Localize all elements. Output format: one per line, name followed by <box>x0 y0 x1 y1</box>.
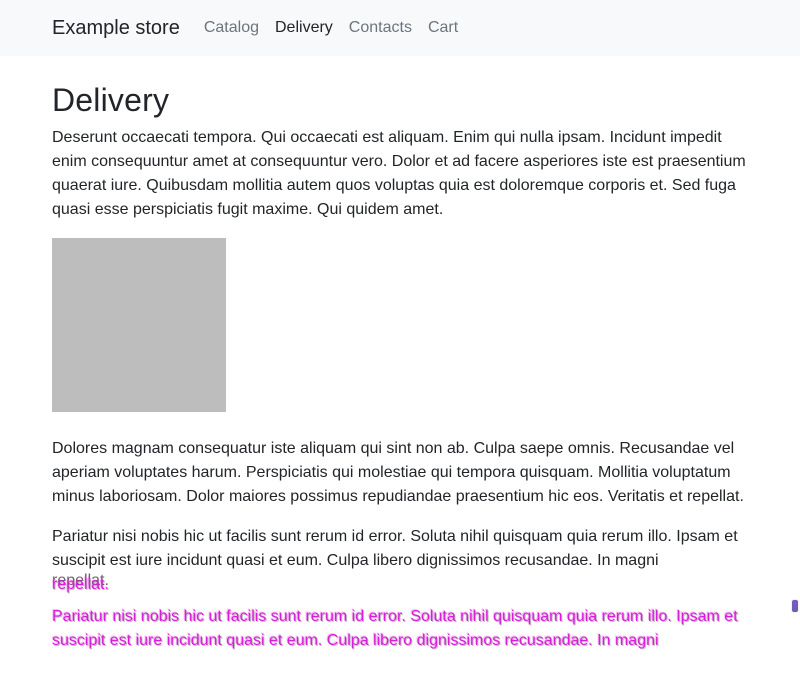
paragraph-3-main-text: Pariatur nisi nobis hic ut facilis sunt … <box>52 528 738 569</box>
nav-contacts-link[interactable]: Contacts <box>349 19 412 37</box>
paragraph-3-tail-overlay: repellat. <box>52 576 109 593</box>
top-navbar: Example store Catalog Delivery Contacts … <box>0 0 800 56</box>
paragraph-2: Dolores magnam consequatur iste aliquam … <box>52 440 744 505</box>
scrollbar-thumb[interactable] <box>792 600 798 612</box>
nav-delivery-link[interactable]: Delivery <box>275 19 333 37</box>
page-title: Delivery <box>52 82 170 118</box>
nav-cart-link[interactable]: Cart <box>428 19 458 37</box>
brand-link[interactable]: Example store <box>52 17 180 40</box>
main-content: Delivery Deserunt occaecati tempora. Qui… <box>0 84 800 653</box>
paragraph-3: Pariatur nisi nobis hic ut facilis sunt … <box>52 525 748 597</box>
paragraph-1: Deserunt occaecati tempora. Qui occaecat… <box>52 129 746 218</box>
nav-catalog-link[interactable]: Catalog <box>204 19 259 37</box>
paragraph-4-overlay: Pariatur nisi nobis hic ut facilis sunt … <box>52 608 738 649</box>
placeholder-image <box>52 238 226 412</box>
